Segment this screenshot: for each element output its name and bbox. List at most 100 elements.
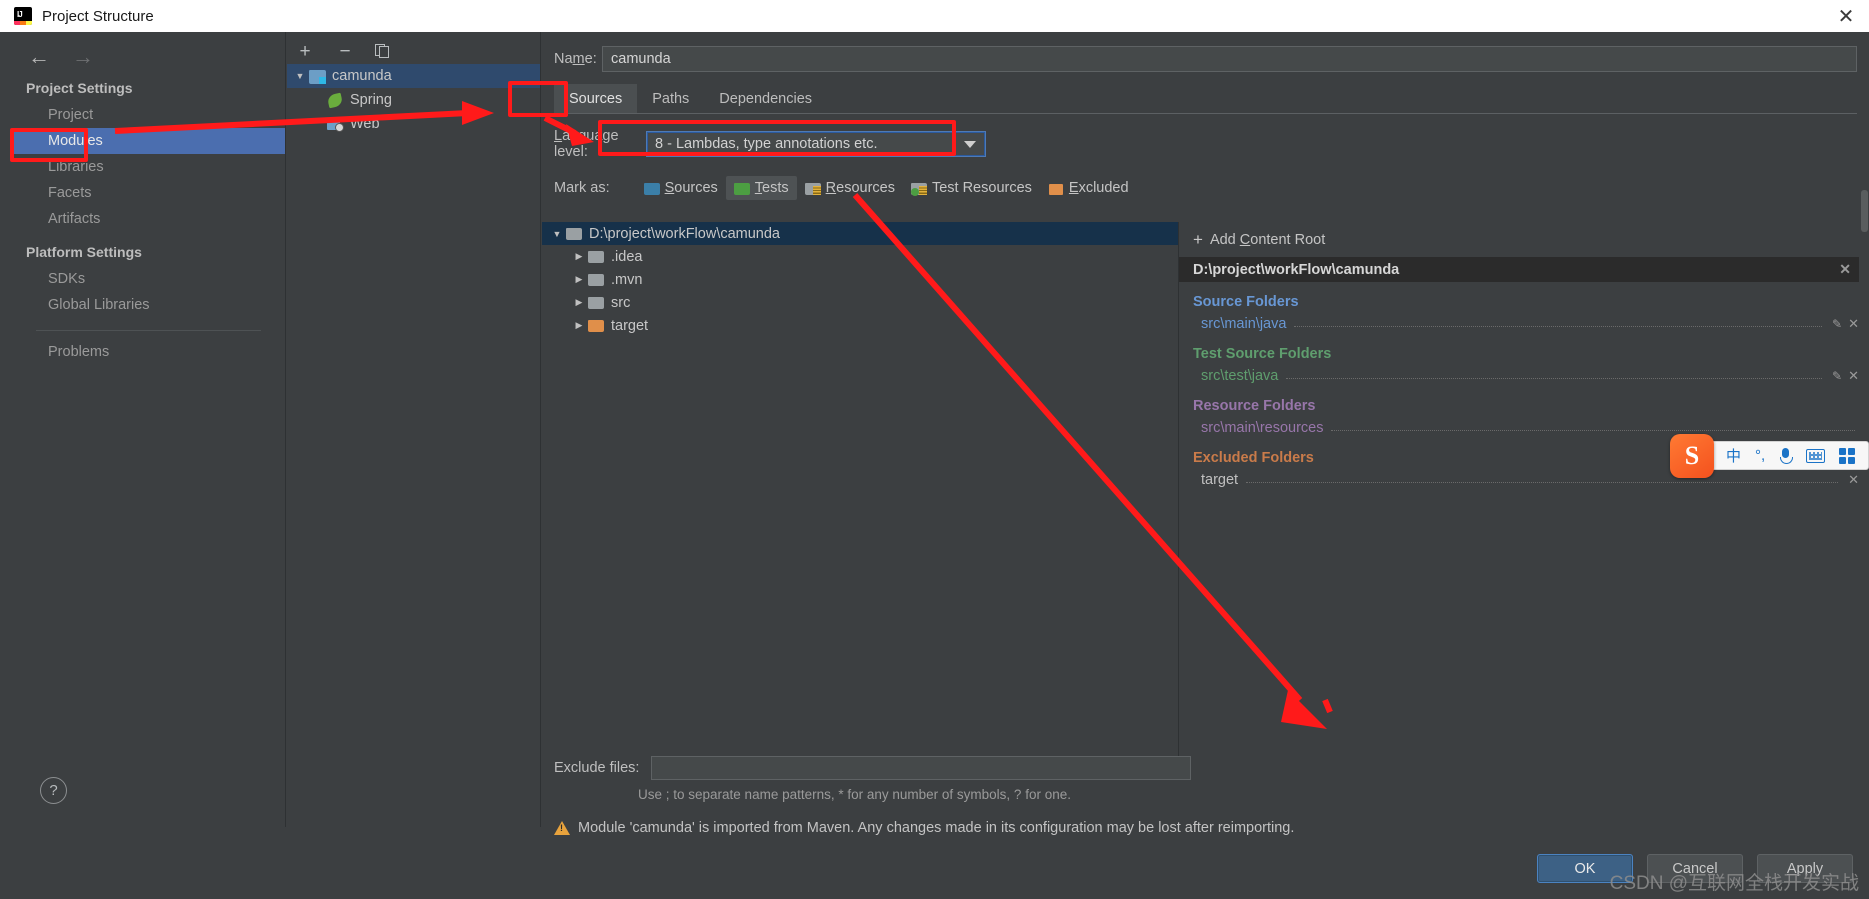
microphone-icon[interactable] <box>1779 447 1794 464</box>
apps-grid-icon[interactable] <box>1839 447 1856 464</box>
csdn-watermark: CSDN @互联网全栈开发实战 <box>1609 873 1859 894</box>
content-root-details-panel: + Add Content Root D:\project\workFlow\c… <box>1179 222 1869 772</box>
remove-content-root-icon[interactable]: ✕ <box>1835 261 1855 278</box>
exclude-files-input[interactable] <box>651 756 1192 780</box>
maven-import-warning: Module 'camunda' is imported from Maven.… <box>542 820 1869 836</box>
pencil-icon[interactable]: ✎ <box>1832 317 1842 331</box>
excluded-folder-icon <box>1048 181 1064 195</box>
chevron-right-icon[interactable]: ▶ <box>570 251 588 262</box>
sources-split-pane: ▼ D:\project\workFlow\camunda ▶ .idea ▶ … <box>542 222 1869 772</box>
mark-as-excluded-button[interactable]: Excluded <box>1040 176 1137 200</box>
content-root-row[interactable]: ▼ D:\project\workFlow\camunda <box>542 222 1178 245</box>
mark-as-sources-button[interactable]: Sources <box>636 176 726 200</box>
resource-folder-item[interactable]: src\main\resources <box>1179 418 1869 438</box>
sidebar-item-artifacts[interactable]: Artifacts <box>14 206 285 232</box>
mark-as-sources-label: Sources <box>665 180 718 196</box>
sidebar-nav-arrows: ← → <box>14 32 285 68</box>
mnemonic: C <box>1239 231 1251 248</box>
tab-dependencies[interactable]: Dependencies <box>704 84 827 113</box>
copy-module-icon[interactable] <box>375 43 390 59</box>
tests-folder-icon <box>733 181 750 195</box>
sidebar-item-facets[interactable]: Facets <box>14 180 285 206</box>
pencil-icon[interactable]: ✎ <box>1832 369 1842 383</box>
content-root-child-row[interactable]: ▶ .mvn <box>542 268 1178 291</box>
forward-arrow-icon[interactable]: → <box>72 46 94 68</box>
test-source-folders-title: Test Source Folders <box>1193 346 1332 362</box>
module-name-label-mnemonic: m <box>572 51 585 67</box>
content-root-child-label: src <box>611 294 631 311</box>
punctuation-icon[interactable]: °, <box>1755 447 1765 464</box>
plus-icon: + <box>1193 230 1203 249</box>
tab-sources[interactable]: Sources <box>554 84 638 113</box>
close-icon[interactable]: ✕ <box>1823 0 1869 32</box>
chevron-down-icon[interactable] <box>964 141 976 148</box>
folder-icon <box>566 227 583 241</box>
mnemonic: T <box>754 180 763 196</box>
back-arrow-icon[interactable]: ← <box>28 46 50 68</box>
remove-test-source-folder-icon[interactable]: ✕ <box>1848 368 1859 384</box>
rest: ources <box>674 180 718 196</box>
test-source-folder-item[interactable]: src\test\java ✎ ✕ <box>1179 366 1869 386</box>
add-module-button[interactable]: + <box>295 42 315 61</box>
module-tree-node-camunda[interactable]: ▼ camunda <box>287 64 540 88</box>
chevron-right-icon[interactable]: ▶ <box>570 297 588 308</box>
language-level-select[interactable]: 8 - Lambdas, type annotations etc. <box>646 131 986 157</box>
add-content-root-button[interactable]: + Add Content Root <box>1179 222 1869 257</box>
mark-as-resources-button[interactable]: Resources <box>797 176 903 200</box>
sidebar-item-global-libraries[interactable]: Global Libraries <box>14 292 285 318</box>
language-level-label-mnemonic: L <box>554 128 563 144</box>
module-tree-node-spring[interactable]: Spring <box>287 88 540 112</box>
mnemonic: S <box>664 180 675 196</box>
excluded-folder-icon <box>588 319 605 333</box>
sidebar-item-sdks[interactable]: SDKs <box>14 266 285 292</box>
sidebar-item-project[interactable]: Project <box>14 102 285 128</box>
sidebar-item-problems[interactable]: Problems <box>14 339 285 365</box>
remove-module-button[interactable]: − <box>335 42 355 61</box>
chevron-right-icon[interactable]: ▶ <box>570 274 588 285</box>
source-folder-item[interactable]: src\main\java ✎ ✕ <box>1179 314 1869 334</box>
tab-paths[interactable]: Paths <box>637 84 704 113</box>
maven-import-warning-text: Module 'camunda' is imported from Maven.… <box>578 820 1295 836</box>
sogou-logo-icon[interactable]: S <box>1670 434 1714 478</box>
content-root-child-row[interactable]: ▶ target <box>542 314 1178 337</box>
scrollbar-thumb[interactable] <box>1861 190 1868 232</box>
mark-as-excluded-label: Excluded <box>1069 180 1129 196</box>
module-name-input[interactable] <box>602 46 1857 72</box>
sidebar-divider <box>36 330 261 331</box>
content-root-child-label: .mvn <box>611 271 643 288</box>
module-tree-node-web[interactable]: Web <box>287 112 540 136</box>
sidebar-item-modules[interactable]: Modules <box>14 128 285 154</box>
module-tree-node-label: camunda <box>332 68 392 84</box>
mark-as-test-resources-button[interactable]: Test Resources <box>903 176 1040 200</box>
mark-as-tests-label: Tests <box>755 180 789 196</box>
dialog-title: Project Structure <box>42 7 154 25</box>
excluded-folder-path: target <box>1201 472 1239 488</box>
chevron-down-icon[interactable]: ▼ <box>291 71 309 81</box>
sidebar-group-project-settings: Project Settings <box>26 80 133 96</box>
content-root-child-row[interactable]: ▶ src <box>542 291 1178 314</box>
module-tabs: Sources Paths Dependencies <box>554 84 1857 114</box>
remove-excluded-folder-icon[interactable]: ✕ <box>1848 472 1859 488</box>
mark-as-tests-button[interactable]: Tests <box>725 176 797 200</box>
language-level-value: 8 - Lambdas, type annotations etc. <box>655 136 878 152</box>
chevron-down-icon[interactable]: ▼ <box>548 229 566 239</box>
source-folder-path: src\main\java <box>1201 316 1287 332</box>
dotted-leader <box>1286 370 1823 379</box>
mark-as-test-resources-label: Test Resources <box>931 180 1032 196</box>
content-root-child-row[interactable]: ▶ .idea <box>542 245 1178 268</box>
excluded-folder-item[interactable]: target ✕ <box>1179 470 1869 490</box>
prefix: Add <box>1209 231 1240 248</box>
help-button[interactable]: ? <box>40 777 67 804</box>
chinese-mode-icon[interactable]: 中 <box>1726 445 1741 466</box>
dotted-leader <box>1331 422 1855 431</box>
content-root-label: D:\project\workFlow\camunda <box>589 225 780 242</box>
sidebar-item-libraries[interactable]: Libraries <box>14 154 285 180</box>
chevron-right-icon[interactable]: ▶ <box>570 320 588 331</box>
remove-source-folder-icon[interactable]: ✕ <box>1848 316 1859 332</box>
intellij-idea-icon: IJ <box>14 7 32 25</box>
source-folders-title: Source Folders <box>1193 294 1299 310</box>
test-resources-folder-icon <box>910 181 927 196</box>
rest: ests <box>762 180 789 196</box>
mark-as-row: Mark as: Sources Tests Resources Test Re… <box>554 176 1857 200</box>
keyboard-icon[interactable] <box>1806 448 1826 463</box>
